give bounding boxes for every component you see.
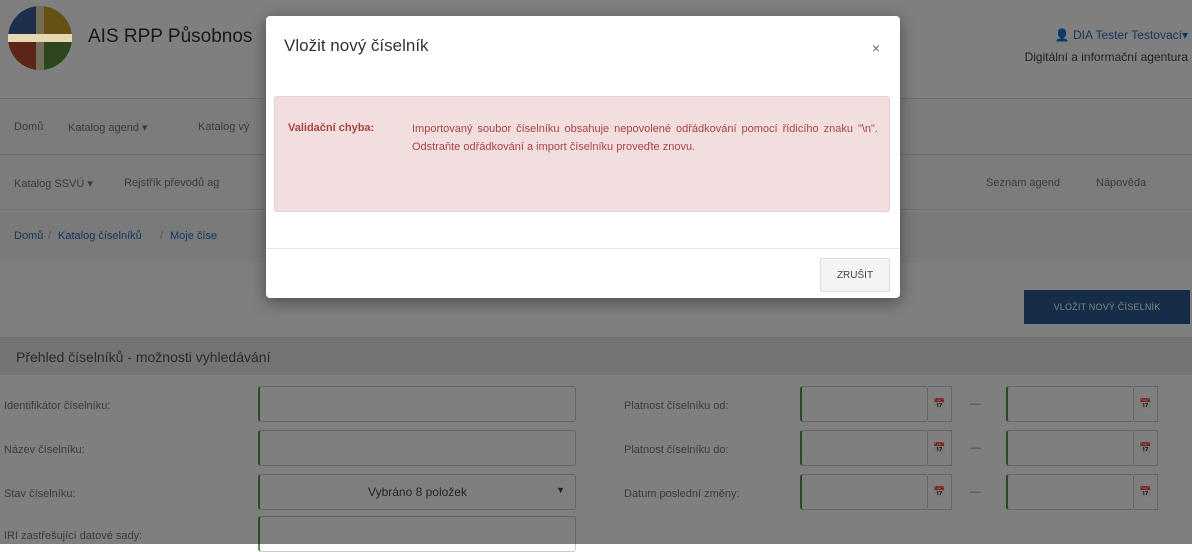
error-label: Validační chyba: — [288, 122, 375, 134]
modal-footer: ZRUŠIT — [266, 248, 900, 298]
modal-title: Vložit nový číselník — [284, 36, 429, 55]
cancel-button[interactable]: ZRUŠIT — [820, 258, 890, 292]
modal-dialog: Vložit nový číselník × Validační chyba: … — [266, 16, 900, 298]
error-message: Importovaný soubor číselníku obsahuje ne… — [412, 123, 878, 153]
error-alert: Validační chyba: Importovaný soubor číse… — [274, 96, 890, 212]
close-icon[interactable]: × — [872, 40, 880, 56]
